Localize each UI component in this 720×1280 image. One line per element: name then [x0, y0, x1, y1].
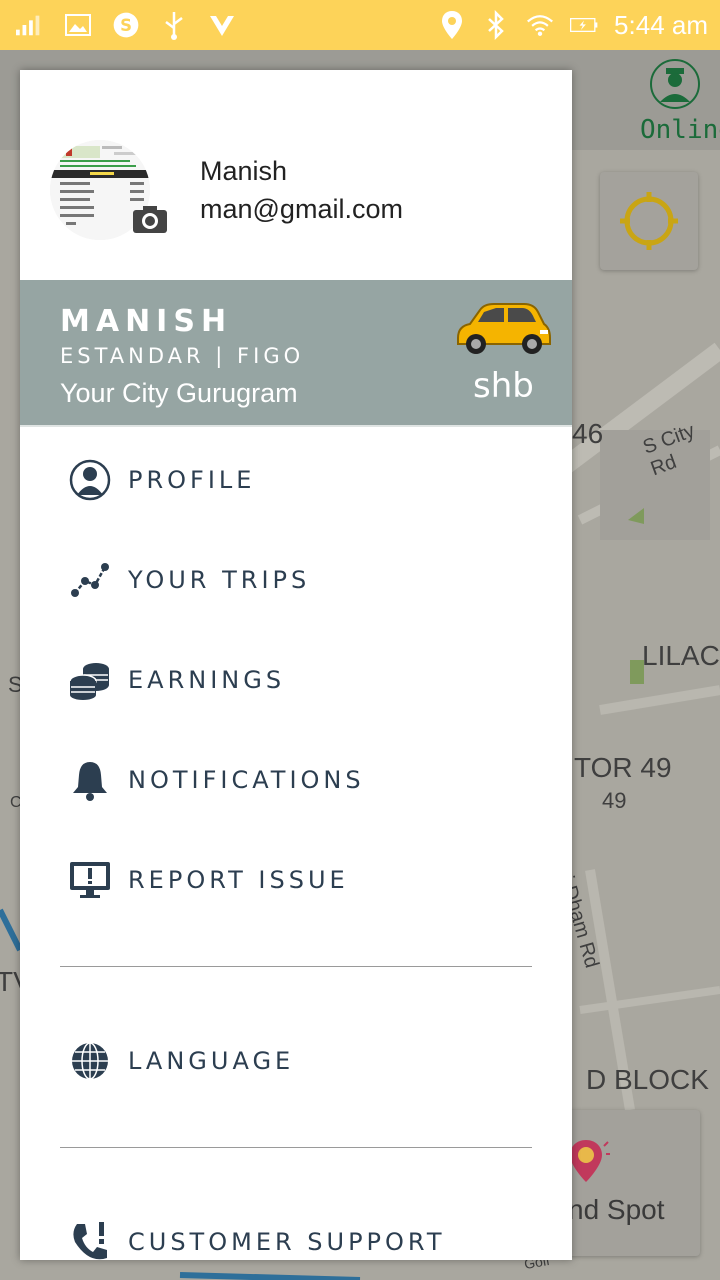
driver-avatar-icon [650, 59, 700, 109]
banner-divider [20, 425, 572, 427]
user-icon [68, 458, 112, 502]
menu-item-report-issue[interactable]: REPORT ISSUE [20, 840, 572, 920]
vpn-icon [208, 11, 236, 39]
map-label-49: 49 [602, 788, 627, 813]
crosshair-icon [620, 192, 678, 250]
usb-icon [160, 11, 188, 40]
menu-label-your-trips: YOUR TRIPS [128, 566, 311, 594]
menu-divider [60, 966, 532, 967]
find-spot-button[interactable]: nd Spot [560, 1110, 700, 1256]
clock: 5:44 am [614, 9, 708, 40]
driver-city: Your City Gurugram [60, 378, 298, 408]
route-icon [68, 558, 112, 602]
map-label-lilac: LILAC [642, 640, 720, 671]
map-label-sector: TOR 49 [574, 752, 672, 783]
map-label-d-block: D BLOCK [586, 1064, 709, 1095]
user-name: Manish [200, 156, 288, 186]
menu-item-notifications[interactable]: NOTIFICATIONS [20, 740, 572, 820]
online-label: Online [640, 115, 720, 145]
online-status[interactable]: Online [640, 58, 720, 145]
menu-item-your-trips[interactable]: YOUR TRIPS [20, 540, 572, 620]
driver-banner: MANISH ESTANDAR | FIGO Your City Gurugra… [20, 280, 572, 425]
menu-label-earnings: EARNINGS [128, 666, 286, 694]
menu-label-notifications: NOTIFICATIONS [128, 766, 365, 794]
user-email: man@gmail.com [200, 194, 403, 224]
vehicle-info: ESTANDAR | FIGO [60, 344, 305, 368]
menu-label-report-issue: REPORT ISSUE [128, 866, 349, 894]
menu-item-language[interactable]: LANGUAGE [20, 1021, 572, 1101]
camera-icon[interactable] [132, 204, 168, 239]
menu-label-profile: PROFILE [128, 466, 256, 494]
brand-logo: shb [473, 366, 534, 406]
signal-icon [16, 11, 44, 39]
wifi-icon [526, 11, 554, 39]
menu-divider [60, 1147, 532, 1148]
bluetooth-icon [482, 10, 510, 40]
menu-item-customer-support[interactable]: CUSTOMER SUPPORT [20, 1202, 572, 1260]
map-label-46: 46 [572, 418, 604, 449]
phone-alert-icon [68, 1220, 112, 1260]
location-icon [438, 11, 466, 39]
menu-label-customer-support: CUSTOMER SUPPORT [128, 1228, 446, 1256]
menu-item-profile[interactable]: PROFILE [20, 440, 572, 520]
find-spot-label: nd Spot [568, 1194, 665, 1225]
map-pin-icon [570, 1140, 610, 1182]
navigation-drawer: Manish man@gmail.com MANISH ESTANDAR | F… [20, 70, 572, 1260]
battery-icon [570, 11, 598, 39]
menu-label-language: LANGUAGE [128, 1047, 295, 1075]
svg-text:S: S [120, 16, 132, 35]
menu-item-earnings[interactable]: EARNINGS [20, 640, 572, 720]
monitor-alert-icon [68, 858, 112, 902]
coins-icon [68, 658, 112, 702]
skype-icon: S [112, 11, 140, 39]
bell-icon [68, 758, 112, 802]
car-icon [452, 300, 552, 361]
driver-name: MANISH [60, 304, 233, 339]
profile-header: Manish man@gmail.com [20, 70, 572, 280]
status-bar: S 5:44 am [0, 0, 720, 50]
gallery-icon [64, 11, 92, 39]
globe-icon [68, 1039, 112, 1083]
gps-button[interactable] [600, 172, 698, 270]
